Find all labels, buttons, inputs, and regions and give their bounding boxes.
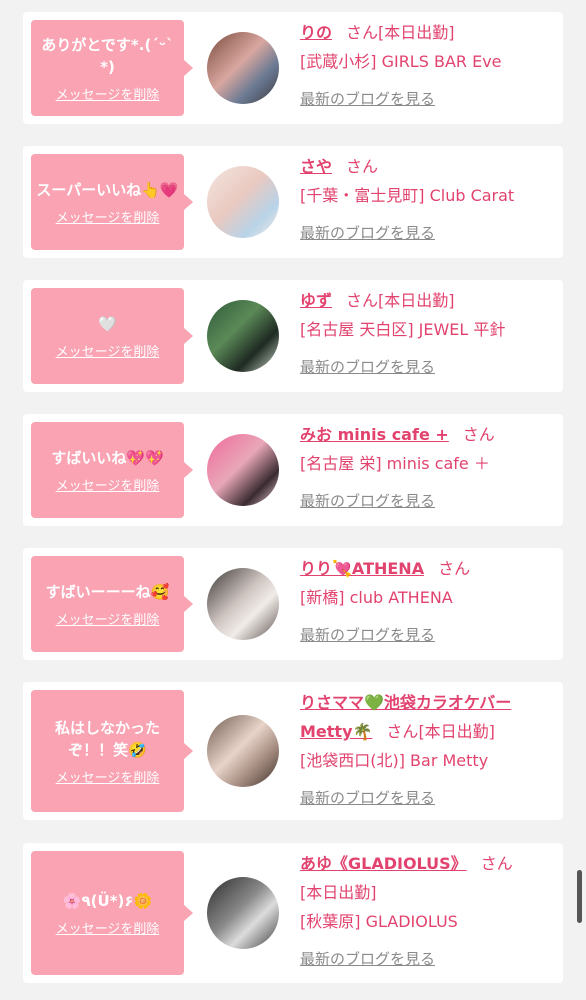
shop-label: [武蔵小杉] GIRLS BAR Eve [300,52,502,71]
honorific: さん [438,559,471,578]
cast-name-link[interactable]: ゆず [300,291,332,310]
status-label: [本日出勤] [300,883,377,902]
honorific: さん [462,425,495,444]
message-text: すばいいね💖💖 [51,448,164,467]
message-card: スーパーいいね👆💗 メッセージを削除 さや さん [千葉・富士見町] Club C… [23,146,563,258]
message-bubble: 🤍 メッセージを削除 [31,288,193,384]
avatar[interactable] [207,166,279,238]
message-text: ありがとです*.(ˊᵕˋ*) [41,35,174,76]
message-card: すばいいね💖💖 メッセージを削除 みお minis cafe + さん [名古屋 … [23,414,563,526]
avatar[interactable] [207,434,279,506]
message-bubble: すばいーーーね🥰 メッセージを削除 [31,556,193,652]
message-text: スーパーいいね👆💗 [36,180,179,199]
status-label: [本日出勤] [418,722,495,741]
honorific: さん [346,23,379,42]
message-card: 🌸٩(Ü*)۶🌼 メッセージを削除 あゆ《GLADIOLUS》 さん [本日出勤]… [23,843,563,983]
delete-message-link[interactable]: メッセージを削除 [56,609,160,628]
message-text: 🤍 [98,314,117,333]
avatar[interactable] [207,877,279,949]
honorific: さん [480,854,513,873]
latest-blog-link[interactable]: 最新のブログを見る [300,950,435,968]
message-text: 私はしなかったぞ！！笑🤣 [54,718,160,759]
latest-blog-link[interactable]: 最新のブログを見る [300,492,435,510]
message-bubble: 私はしなかったぞ！！笑🤣 メッセージを削除 [31,690,193,812]
message-card: すばいーーーね🥰 メッセージを削除 りり💘ATHENA さん [新橋] club … [23,548,563,660]
scrollbar[interactable] [577,870,582,923]
avatar[interactable] [207,32,279,104]
status-label: [本日出勤] [378,291,455,310]
message-text: すばいーーーね🥰 [45,582,170,601]
delete-message-link[interactable]: メッセージを削除 [56,84,160,103]
delete-message-link[interactable]: メッセージを削除 [56,341,160,360]
shop-label: [名古屋 天白区] JEWEL 平針 [300,320,506,339]
shop-label: [千葉・富士見町] Club Carat [300,186,515,205]
honorific: さん [346,291,379,310]
latest-blog-link[interactable]: 最新のブログを見る [300,358,435,376]
cast-name-link[interactable]: みお minis cafe + [300,425,449,444]
shop-label: [新橋] club ATHENA [300,588,453,607]
cast-name-link-cont[interactable]: Metty🌴 [300,722,372,741]
avatar[interactable] [207,300,279,372]
avatar[interactable] [207,715,279,787]
cast-name-link[interactable]: あゆ《GLADIOLUS》 [300,854,467,873]
message-bubble: スーパーいいね👆💗 メッセージを削除 [31,154,193,250]
delete-message-link[interactable]: メッセージを削除 [56,207,160,226]
status-label: [本日出勤] [378,23,455,42]
delete-message-link[interactable]: メッセージを削除 [56,475,160,494]
latest-blog-link[interactable]: 最新のブログを見る [300,224,435,242]
message-card: ありがとです*.(ˊᵕˋ*) メッセージを削除 りの さん[本日出勤] [武蔵小杉… [23,12,563,124]
cast-name-link[interactable]: りさママ💚池袋カラオケバー [300,693,511,712]
honorific: さん [386,722,419,741]
message-bubble: すばいいね💖💖 メッセージを削除 [31,422,193,518]
message-text: 🌸٩(Ü*)۶🌼 [62,891,153,910]
delete-message-link[interactable]: メッセージを削除 [56,918,160,937]
delete-message-link[interactable]: メッセージを削除 [56,767,160,786]
message-bubble: ありがとです*.(ˊᵕˋ*) メッセージを削除 [31,20,193,116]
cast-name-link[interactable]: りり💘ATHENA [300,559,424,578]
cast-name-link[interactable]: さや [300,157,332,176]
message-card: 私はしなかったぞ！！笑🤣 メッセージを削除 りさママ💚池袋カラオケバー Mett… [23,682,563,820]
honorific: さん [346,157,379,176]
shop-label: [池袋西口(北)] Bar Metty [300,751,489,770]
message-card: 🤍 メッセージを削除 ゆず さん[本日出勤] [名古屋 天白区] JEWEL 平針… [23,280,563,392]
latest-blog-link[interactable]: 最新のブログを見る [300,90,435,108]
shop-label: [名古屋 栄] minis cafe ＋ [300,454,490,473]
avatar[interactable] [207,568,279,640]
shop-label: [秋葉原] GLADIOLUS [300,912,458,931]
cast-name-link[interactable]: りの [300,23,332,42]
latest-blog-link[interactable]: 最新のブログを見る [300,789,435,807]
latest-blog-link[interactable]: 最新のブログを見る [300,626,435,644]
message-bubble: 🌸٩(Ü*)۶🌼 メッセージを削除 [31,851,193,975]
